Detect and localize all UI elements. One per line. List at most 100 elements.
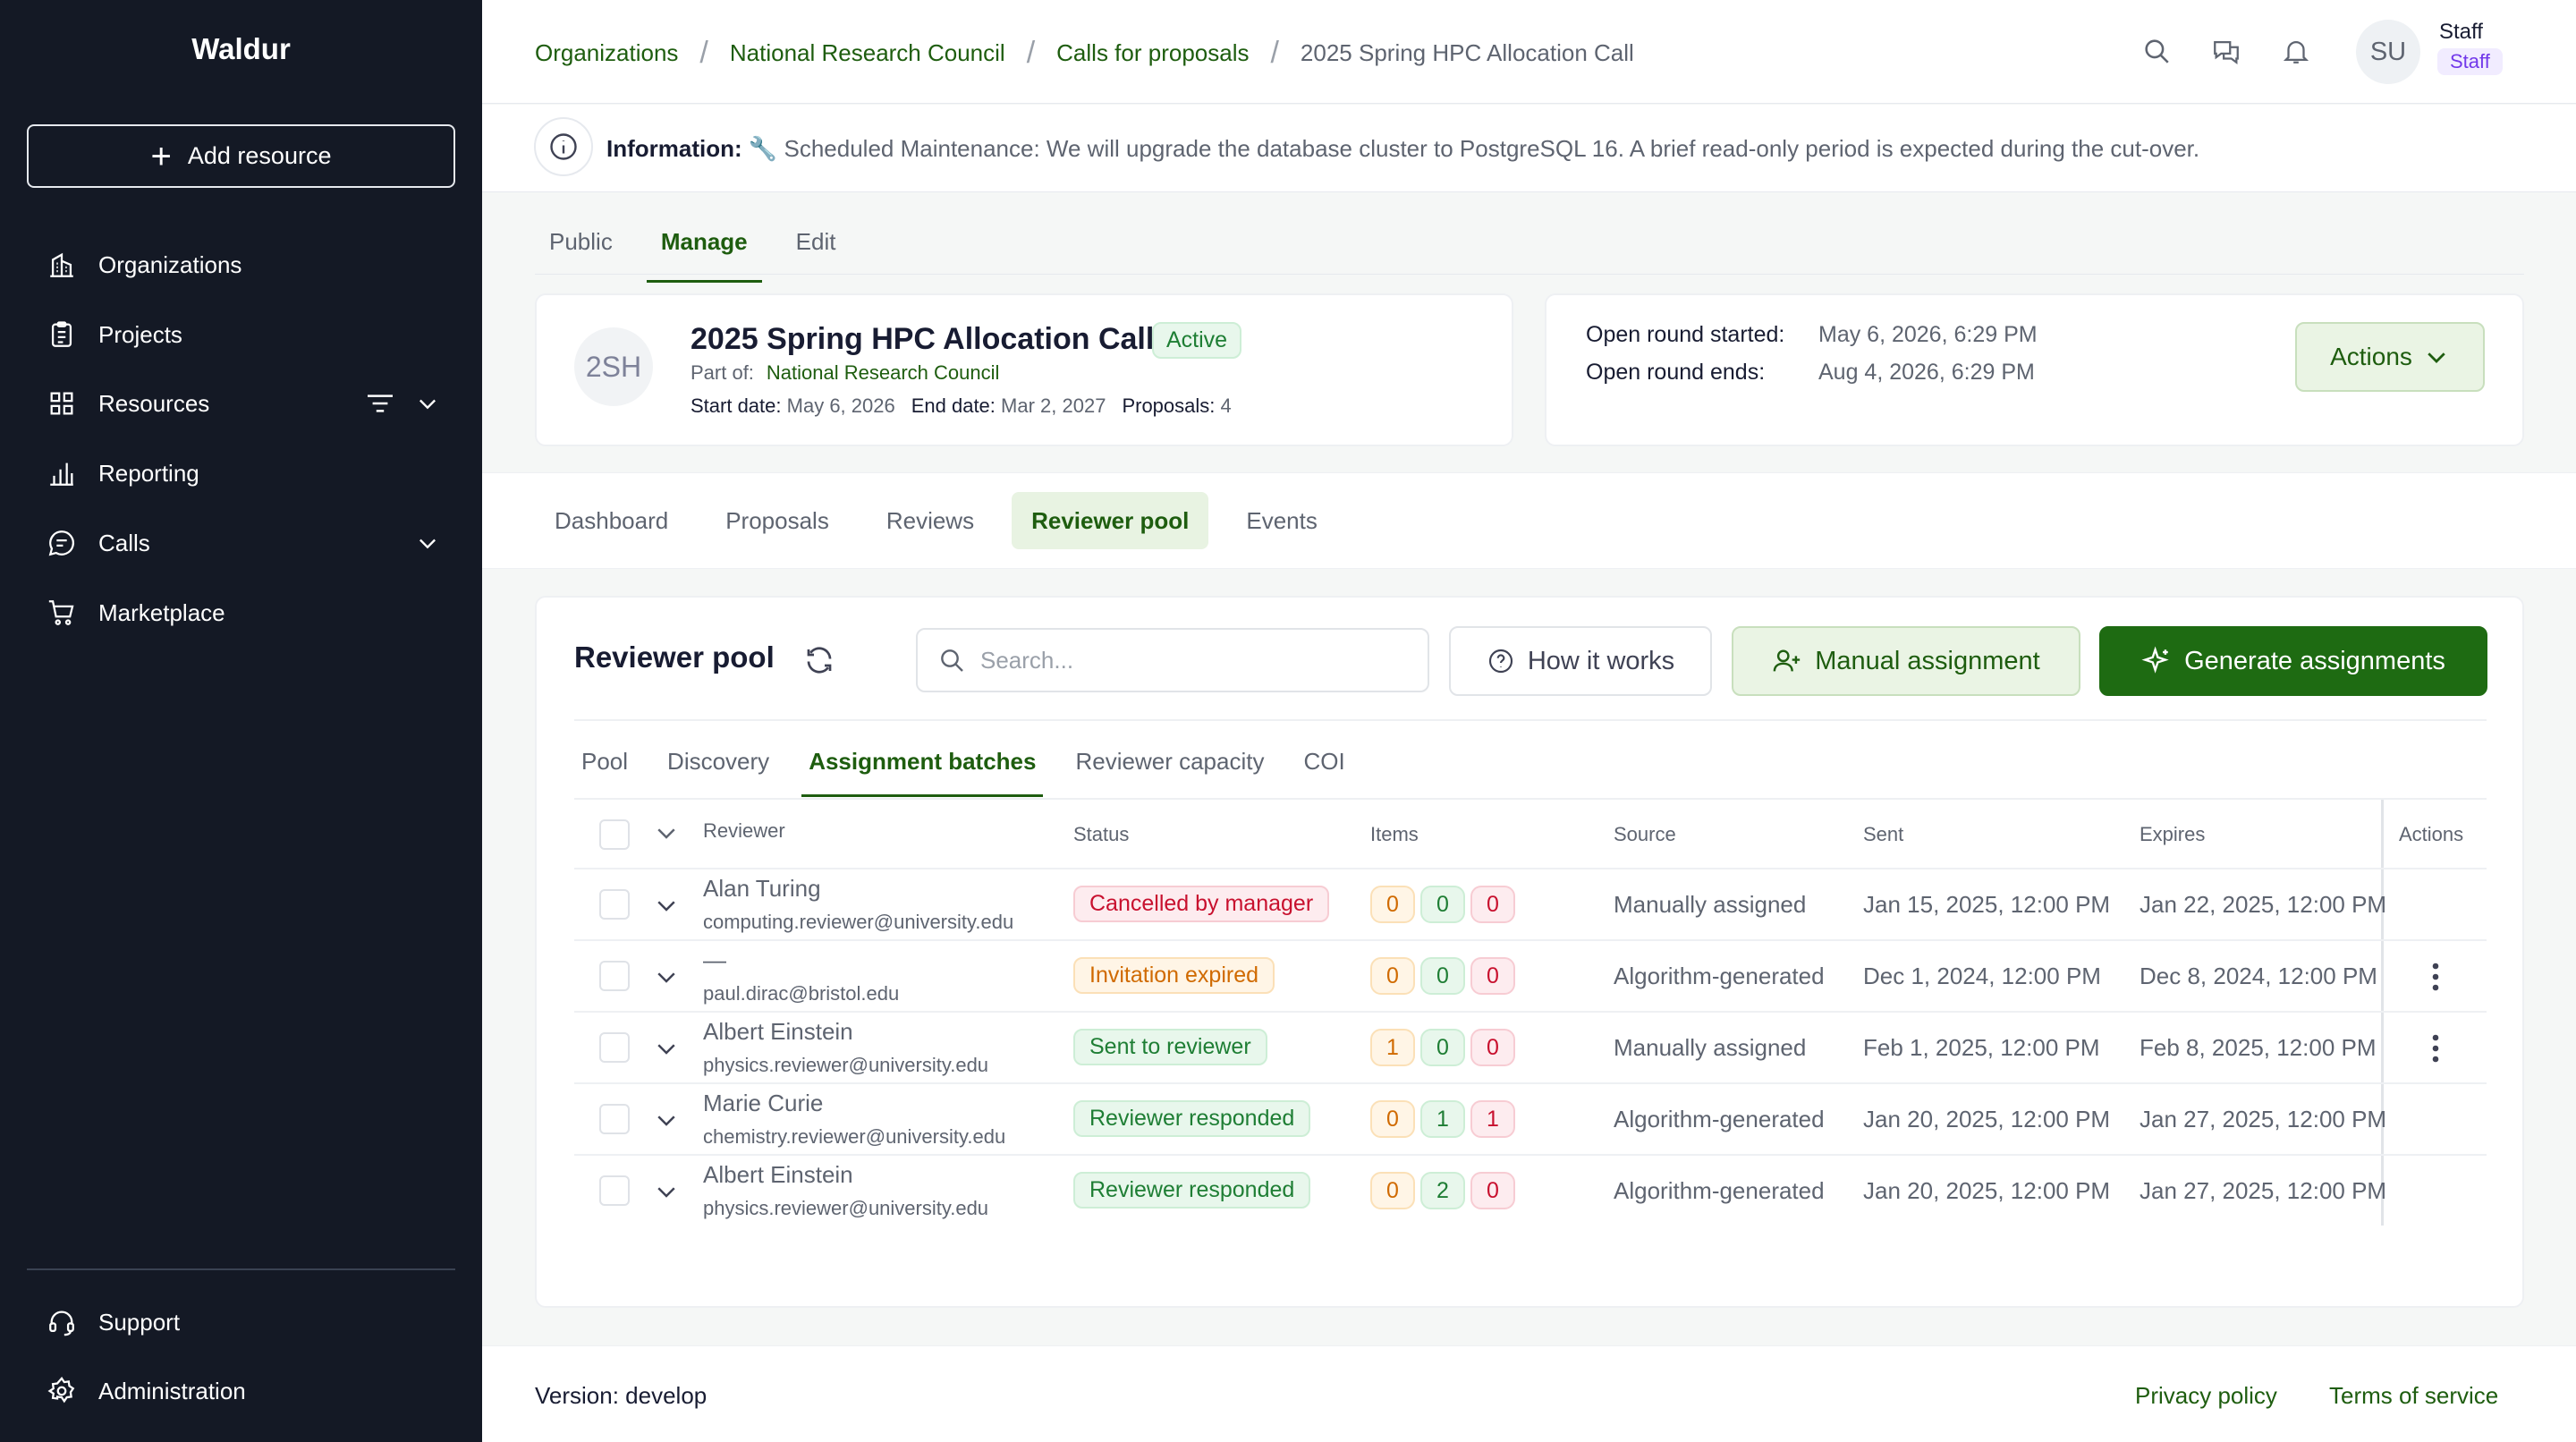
item-counts: 0 1 1 (1370, 1100, 1515, 1138)
sidebar-item-resources[interactable]: Resources (47, 386, 440, 421)
sidebar-item-calls[interactable]: Calls (47, 525, 440, 561)
manual-assignment-button[interactable]: Manual assignment (1732, 626, 2080, 696)
tab-discovery[interactable]: Discovery (660, 748, 776, 797)
expires-cell: Dec 8, 2024, 12:00 PM (2140, 963, 2377, 989)
tab-dashboard[interactable]: Dashboard (535, 492, 688, 549)
row-checkbox[interactable] (599, 889, 630, 920)
column-header-expires[interactable]: Expires (2140, 823, 2205, 846)
how-it-works-button[interactable]: How it works (1449, 626, 1712, 696)
sidebar-item-label: Calls (98, 529, 150, 556)
row-checkbox[interactable] (599, 961, 630, 991)
proposals-label: Proposals: (1122, 394, 1216, 417)
column-header-sent[interactable]: Sent (1863, 823, 1903, 846)
item-counts: 0 0 0 (1370, 886, 1515, 923)
terms-of-service-link[interactable]: Terms of service (2329, 1382, 2498, 1410)
add-resource-button[interactable]: + Add resource (27, 124, 455, 188)
chevron-down-icon[interactable] (653, 1178, 680, 1205)
more-vertical-icon[interactable] (2422, 1032, 2449, 1065)
source-cell: Manually assigned (1614, 1034, 1807, 1061)
sidebar-item-administration[interactable]: Administration (47, 1373, 440, 1409)
chevron-down-icon[interactable] (653, 892, 680, 919)
sidebar-item-support[interactable]: Support (47, 1304, 440, 1340)
sent-cell: Jan 20, 2025, 12:00 PM (1863, 1177, 2111, 1204)
row-checkbox[interactable] (599, 1032, 630, 1063)
assignment-batches-table: Reviewer Status Items Source Sent Expire… (574, 798, 2487, 1227)
privacy-policy-link[interactable]: Privacy policy (2135, 1382, 2277, 1410)
count-pending: 0 (1370, 1100, 1415, 1138)
start-date: Start date: May 6, 2026 (691, 394, 895, 418)
tab-reviewer-pool[interactable]: Reviewer pool (1012, 492, 1209, 549)
sidebar-item-marketplace[interactable]: Marketplace (47, 595, 440, 631)
more-vertical-icon[interactable] (2422, 961, 2449, 993)
select-all-checkbox[interactable] (599, 819, 630, 850)
column-header-items[interactable]: Items (1370, 823, 1419, 846)
status-badge: Sent to reviewer (1073, 1029, 1267, 1065)
column-header-status[interactable]: Status (1073, 823, 1129, 846)
chevron-down-icon[interactable] (415, 530, 440, 556)
count-declined: 0 (1470, 886, 1515, 923)
chevron-down-icon[interactable] (653, 1107, 680, 1133)
brand-logo[interactable]: Waldur (0, 32, 482, 66)
count-declined: 0 (1470, 957, 1515, 995)
tab-assignment-batches[interactable]: Assignment batches (801, 748, 1044, 797)
sparkles-icon (2141, 646, 2169, 674)
user-name[interactable]: Staff (2439, 20, 2483, 45)
tab-reviews[interactable]: Reviews (867, 492, 994, 549)
breadcrumb-organizations[interactable]: Organizations (535, 39, 678, 67)
sidebar-item-projects[interactable]: Projects (47, 317, 440, 352)
breadcrumb-calls[interactable]: Calls for proposals (1056, 39, 1249, 67)
banner-text: Information: 🔧 Scheduled Maintenance: We… (606, 135, 2199, 163)
actions-dropdown-button[interactable]: Actions (2295, 322, 2485, 392)
table-row: Alan Turing computing.reviewer@universit… (574, 869, 2487, 941)
item-counts: 0 0 0 (1370, 957, 1515, 995)
round-started-label: Open round started: (1586, 322, 1785, 347)
top-header: Organizations / National Research Counci… (482, 0, 2576, 104)
sidebar-item-organizations[interactable]: Organizations (47, 247, 440, 283)
tab-coi[interactable]: COI (1296, 748, 1352, 797)
sidebar-item-reporting[interactable]: Reporting (47, 455, 440, 491)
chevron-down-icon[interactable] (653, 819, 680, 846)
chevron-down-icon[interactable] (653, 963, 680, 990)
filter-icon[interactable] (365, 391, 395, 416)
tab-events[interactable]: Events (1226, 492, 1337, 549)
tab-reviewer-capacity[interactable]: Reviewer capacity (1068, 748, 1271, 797)
breadcrumb-current: 2025 Spring HPC Allocation Call (1300, 39, 1634, 66)
row-checkbox[interactable] (599, 1175, 630, 1206)
search-icon[interactable] (2141, 36, 2172, 66)
breadcrumb-organization[interactable]: National Research Council (730, 39, 1005, 67)
chevron-down-icon[interactable] (415, 391, 440, 416)
sidebar-item-label: Reporting (98, 459, 199, 487)
expires-cell: Jan 22, 2025, 12:00 PM (2140, 891, 2387, 918)
status-badge: Reviewer responded (1073, 1100, 1311, 1137)
count-accepted: 2 (1420, 1172, 1465, 1209)
tab-proposals[interactable]: Proposals (706, 492, 849, 549)
reviewer-email: physics.reviewer@university.edu (703, 1054, 989, 1076)
avatar[interactable]: SU (2356, 20, 2420, 84)
column-header-source[interactable]: Source (1614, 823, 1676, 846)
status-badge: Invitation expired (1073, 957, 1275, 994)
sent-cell: Dec 1, 2024, 12:00 PM (1863, 963, 2101, 989)
proposals-value: 4 (1220, 394, 1232, 417)
round-card: Open round started: May 6, 2026, 6:29 PM… (1545, 293, 2524, 446)
chevron-down-icon[interactable] (653, 1035, 680, 1062)
count-accepted: 0 (1420, 1029, 1465, 1066)
sent-cell: Feb 1, 2025, 12:00 PM (1863, 1034, 2100, 1061)
part-of-link[interactable]: National Research Council (767, 361, 999, 384)
end-date: End date: Mar 2, 2027 (911, 394, 1106, 418)
bar-chart-icon (50, 462, 73, 486)
reviewer-name: Marie Curie (703, 1090, 824, 1116)
refresh-icon[interactable] (803, 644, 835, 676)
generate-assignments-button[interactable]: Generate assignments (2099, 626, 2487, 696)
column-header-reviewer[interactable]: Reviewer (703, 819, 785, 843)
section-tabs: Dashboard Proposals Reviews Reviewer poo… (535, 492, 1337, 549)
reviewer-email: paul.dirac@bristol.edu (703, 982, 900, 1005)
tab-pool[interactable]: Pool (574, 748, 635, 797)
search-input[interactable] (980, 646, 1392, 674)
expires-cell: Jan 27, 2025, 12:00 PM (2140, 1106, 2387, 1132)
building-icon (50, 252, 73, 277)
status-badge: Active (1152, 322, 1242, 359)
reviewer-name: Albert Einstein (703, 1161, 853, 1188)
bell-icon[interactable] (2281, 36, 2311, 66)
messages-icon[interactable] (2211, 36, 2241, 66)
row-checkbox[interactable] (599, 1104, 630, 1134)
